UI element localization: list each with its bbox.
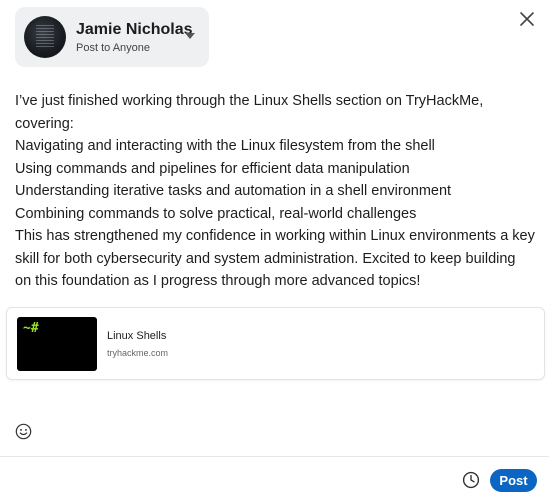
audience-label: Post to Anyone [76, 41, 150, 54]
link-preview-card[interactable]: ~# Linux Shells tryhackme.com [6, 307, 545, 380]
author-selector[interactable]: Jamie Nicholas Post to Anyone [15, 7, 209, 67]
post-line: Navigating and interacting with the Linu… [15, 138, 435, 154]
clock-icon[interactable] [462, 471, 480, 489]
footer-divider [0, 456, 549, 457]
post-line: Using commands and pipelines for efficie… [15, 160, 410, 177]
post-composer: Jamie Nicholas Post to Anyone I’ve just … [0, 0, 549, 500]
post-line: I’ve just finished working through the L… [15, 93, 484, 132]
link-text: Linux Shells tryhackme.com [107, 329, 168, 359]
avatar [24, 16, 66, 58]
author-name: Jamie Nicholas [76, 20, 193, 38]
emoji-icon[interactable] [15, 423, 32, 440]
post-line: Understanding iterative tasks and automa… [15, 183, 452, 199]
link-domain: tryhackme.com [107, 347, 169, 358]
author-text: Jamie Nicholas Post to Anyone [76, 20, 193, 55]
post-line: Combining commands to solve practical, r… [15, 205, 417, 222]
post-button[interactable]: Post [490, 469, 537, 492]
link-title: Linux Shells [107, 329, 167, 342]
link-thumbnail: ~# [17, 316, 97, 371]
caret-down-icon [185, 33, 195, 39]
close-icon[interactable] [517, 9, 537, 29]
post-text[interactable]: I’ve just finished working through the L… [15, 90, 535, 293]
post-line: This has strengthened my confidence in w… [15, 228, 535, 289]
link-thumbnail-prompt: ~# [23, 320, 39, 336]
